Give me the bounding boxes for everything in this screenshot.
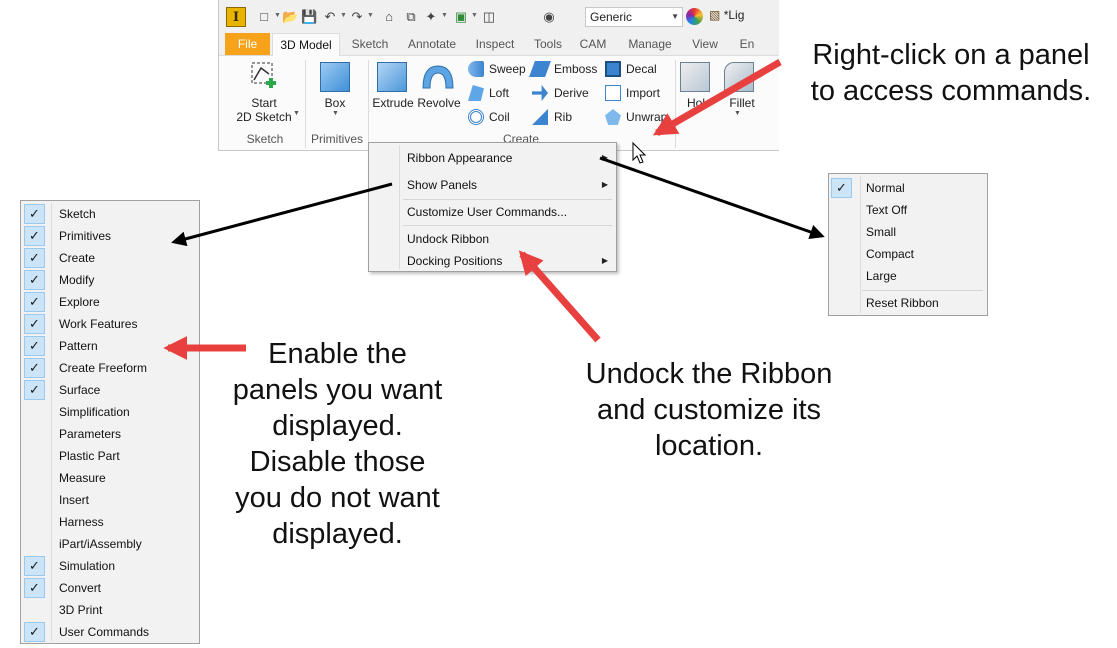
arrow-right-click xyxy=(652,58,782,137)
annotation-right-click: Right-click on a panel to access command… xyxy=(810,39,1092,107)
annotation-enable-panels: Enable the panels you want displayed. Di… xyxy=(232,338,443,550)
mouse-cursor-icon xyxy=(632,141,647,164)
annotation-undock-ribbon: Undock the Ribbon and customize its loca… xyxy=(585,358,833,462)
arrow-undock-ribbon xyxy=(518,250,601,343)
arrow-ribbon-appearance xyxy=(599,156,825,240)
arrow-show-panels xyxy=(171,182,393,247)
